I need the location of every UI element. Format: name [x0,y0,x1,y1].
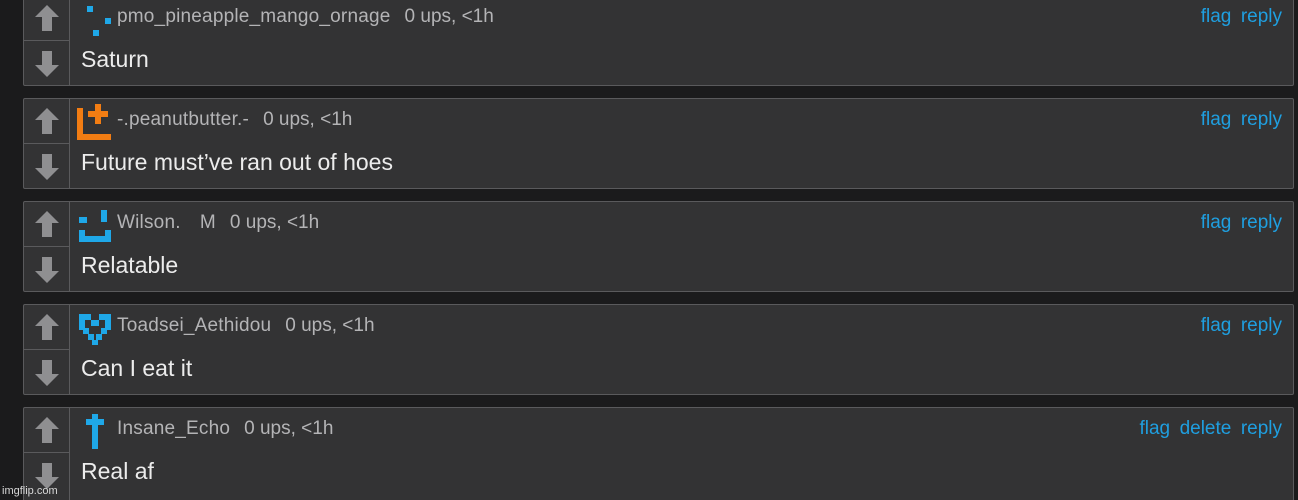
comment-meta: Toadsei_Aethidou 0 ups, <1h [117,314,375,338]
upvote-button[interactable] [24,408,69,453]
flag-link[interactable]: flag [1201,315,1232,336]
arrow-down-icon [34,50,59,77]
pixel-plus-avatar-icon[interactable] [77,104,113,140]
comment-meta: -.peanutbutter.- 0 ups, <1h [117,108,352,132]
flag-link[interactable]: flag [1201,109,1232,130]
username-link[interactable]: -.peanutbutter.- [117,109,249,130]
vote-column [24,202,70,291]
upvote-button[interactable] [24,0,69,41]
arrow-up-icon [34,211,59,237]
comment-text: Future must’ve ran out of hoes [81,149,393,175]
delete-link[interactable]: delete [1180,418,1232,439]
comment-card: pmo_pineapple_mango_ornage 0 ups, <1h fla… [23,0,1294,86]
flag-link[interactable]: flag [1139,418,1170,439]
downvote-button[interactable] [24,247,69,292]
comment-stats: 0 ups, <1h [263,109,353,130]
comment-stats: 0 ups, <1h [244,418,334,439]
comment-meta: Wilson. M 0 ups, <1h [117,211,319,235]
arrow-up-icon [34,314,59,340]
vote-column [24,305,70,394]
arrow-down-icon [34,256,59,283]
downvote-button[interactable] [24,41,69,86]
comment-stats: 0 ups, <1h [229,212,320,233]
reply-link[interactable]: reply [1241,109,1282,130]
comment-actions: flag reply [1196,211,1282,235]
reply-link[interactable]: reply [1241,418,1282,439]
flag-link[interactable]: flag [1201,212,1232,233]
upvote-button[interactable] [24,305,69,350]
reply-link[interactable]: reply [1241,315,1282,336]
reply-link[interactable]: reply [1241,6,1282,27]
username-link[interactable]: Insane_Echo [117,418,230,439]
arrow-up-icon [34,417,59,443]
comment-actions: flag delete reply [1134,417,1282,441]
upvote-button[interactable] [24,202,69,247]
comment-card: Wilson. M 0 ups, <1h flag reply Relatable [23,201,1294,292]
comment-card: Toadsei_Aethidou 0 ups, <1h flag reply Ca… [23,304,1294,395]
imgflip-watermark: imgflip.com [2,485,58,497]
comment-card: Insane_Echo 0 ups, <1h flag delete reply … [23,407,1294,500]
comment-text: Saturn [81,46,149,72]
pixel-heart-avatar-icon[interactable] [77,310,113,346]
arrow-down-icon [34,359,59,386]
arrow-up-icon [34,108,59,134]
username-link[interactable]: Toadsei_Aethidou [117,315,271,336]
comment-stats: 0 ups, <1h [285,315,375,336]
vote-column [24,0,70,85]
downvote-button[interactable] [24,350,69,395]
comment-stats: 0 ups, <1h [404,6,494,27]
arrow-up-icon [34,5,59,31]
comment-actions: flag reply [1196,314,1282,338]
comment-meta: Insane_Echo 0 ups, <1h [117,417,333,441]
username-link[interactable]: Wilson. M [117,212,216,233]
pixel-dots-avatar-icon[interactable] [77,1,113,37]
reply-link[interactable]: reply [1241,212,1282,233]
comment-text: Relatable [81,252,179,278]
comment-actions: flag reply [1196,108,1282,132]
upvote-button[interactable] [24,99,69,144]
comment-meta: pmo_pineapple_mango_ornage 0 ups, <1h [117,5,494,29]
comment-text: Can I eat it [81,355,193,381]
pixel-cross-avatar-icon[interactable] [77,413,113,449]
vote-column [24,99,70,188]
comment-text: Real af [81,458,154,484]
pixel-face-avatar-icon[interactable] [77,207,113,243]
flag-link[interactable]: flag [1201,6,1232,27]
comment-card: -.peanutbutter.- 0 ups, <1h flag reply Fu… [23,98,1294,189]
arrow-down-icon [34,153,59,180]
username-link[interactable]: pmo_pineapple_mango_ornage [117,6,391,27]
comments-page: pmo_pineapple_mango_ornage 0 ups, <1h fla… [0,0,1298,500]
comment-actions: flag reply [1196,5,1282,29]
downvote-button[interactable] [24,144,69,189]
